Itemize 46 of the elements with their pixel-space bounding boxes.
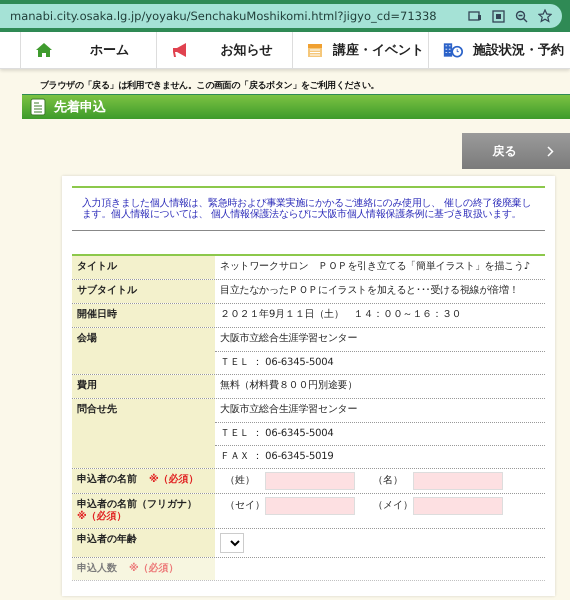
nav-link[interactable]: お知らせ <box>156 32 292 68</box>
field-label: （メイ） <box>373 499 413 513</box>
field-label: （姓） <box>225 474 256 488</box>
row-label: 申込者の名前（フリガナ） <box>77 499 197 510</box>
value-text: ＴＥＬ ： 06-6345-5004 <box>215 351 545 374</box>
required-mark: ※（必須） <box>129 563 179 574</box>
nav-link[interactable]: 施設状況・予約 <box>428 32 564 68</box>
star-icon[interactable] <box>538 9 552 23</box>
value-text: ネットワークサロン ＰＯＰを引き立てる「簡単イラスト」を描こう♪ <box>219 260 531 274</box>
notice-text: ブラウザの「戻る」は利用できません。この画面の「戻るボタン」をご利用ください。 <box>40 81 380 92</box>
value-text: 無料（材料費８００円別途要） <box>219 378 358 393</box>
nav-link[interactable]: ホーム <box>20 32 156 68</box>
row-label: サブタイトル <box>77 285 137 296</box>
field-label: （名） <box>373 474 404 488</box>
building-clock-icon <box>443 41 463 59</box>
calendar-icon <box>307 42 323 58</box>
chevron-icon <box>546 146 554 156</box>
row-label: 申込者の名前 <box>77 474 137 485</box>
back-button[interactable]: 戻る <box>462 133 570 169</box>
input-field[interactable] <box>265 497 355 515</box>
document-icon <box>30 98 46 116</box>
row-label: 申込人数 <box>77 563 117 574</box>
input-field[interactable] <box>413 497 503 515</box>
row-label: 問合せ先 <box>77 404 117 415</box>
required-mark: ※（必須） <box>149 474 199 485</box>
input-field[interactable] <box>413 472 503 490</box>
privacy-note: 入力頂きました個人情報は、緊急時および事業実施にかかるご連絡にのみ使用し、 催しの終了後廃棄します。個人情報については、 個人情報保護法ならびに大阪市個人情報保護条例に基づき取扱います。 <box>72 186 545 231</box>
section-title: 先着申込 <box>54 98 106 116</box>
value-text: 目立たなかったＰＯＰにイラストを加えると･･･受ける視線が倍増！ <box>219 284 520 298</box>
field-label: （セイ） <box>225 499 265 513</box>
row-label: 費用 <box>77 380 97 391</box>
row-label: タイトル <box>77 261 117 272</box>
value-text: ＴＥＬ ： 06-6345-5004 <box>215 422 545 445</box>
house-icon <box>35 42 53 58</box>
value-text: 大阪市立総合生涯学習センター <box>219 402 358 417</box>
row-label: 申込者の年齢 <box>77 534 137 545</box>
value-text: 大阪市立総合生涯学習センター <box>219 332 358 346</box>
input-field[interactable] <box>265 472 355 490</box>
row-label: 開催日時 <box>77 309 117 320</box>
value-text: ＦＡＸ ： 06-6345-5019 <box>215 445 545 468</box>
age-select[interactable] <box>220 533 244 553</box>
zoom-icon[interactable] <box>515 10 528 22</box>
required-mark: ※（必須） <box>77 511 128 523</box>
value-text: ２０２１年9月１１日（土） １４：００～１６：３０ <box>219 308 462 322</box>
row-label: 会場 <box>77 333 97 344</box>
nav-link[interactable]: 講座・イベント <box>292 32 428 68</box>
